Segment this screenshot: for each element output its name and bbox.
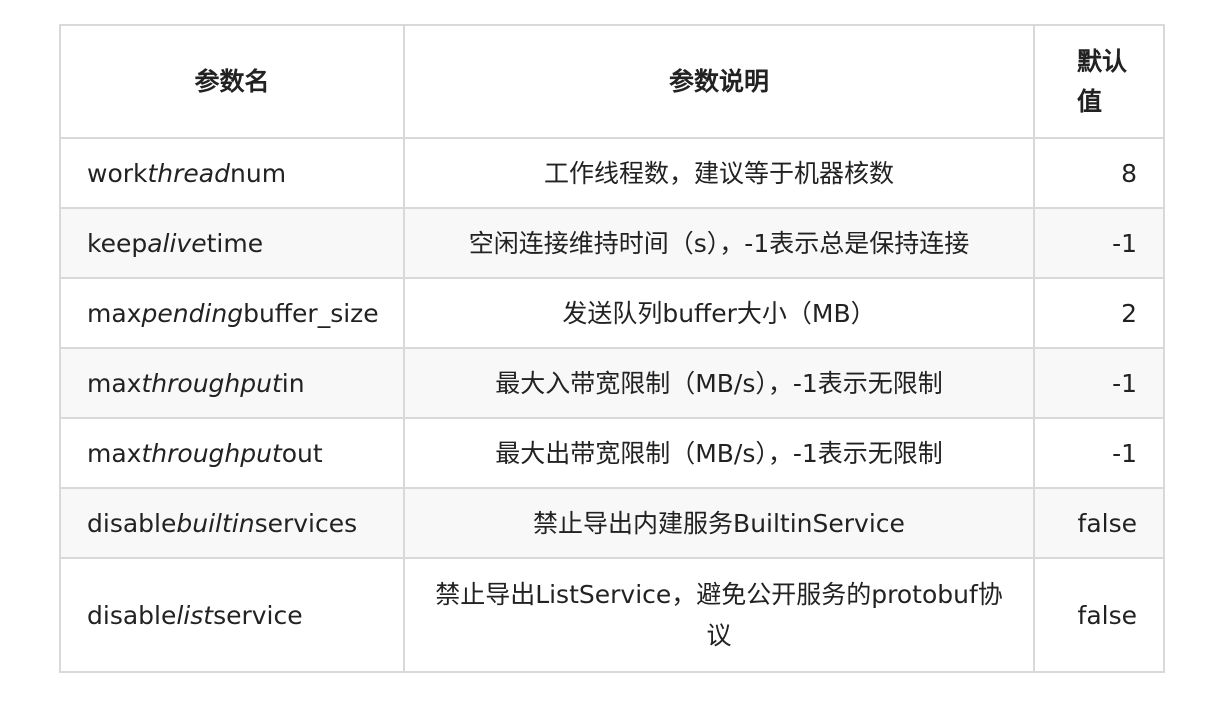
header-default-value-text: 默认值 xyxy=(1077,46,1128,116)
param-name-part: disable xyxy=(87,600,177,630)
param-default-cell: false xyxy=(1033,557,1165,673)
param-name-part: max xyxy=(87,438,142,468)
param-name-part: in xyxy=(281,368,305,398)
table-row: workthreadnum 工作线程数，建议等于机器核数 8 xyxy=(59,137,1165,209)
param-name-cell: maxpendingbuffer_size xyxy=(59,277,405,349)
param-name-part: time xyxy=(206,228,264,258)
param-name-cell: maxthroughputin xyxy=(59,347,405,419)
param-name-italic-part: builtin xyxy=(176,508,255,538)
param-description-cell: 禁止导出内建服务BuiltinService xyxy=(403,487,1035,559)
param-description-cell: 空闲连接维持时间（s），-1表示总是保持连接 xyxy=(403,207,1035,279)
param-name-cell: keepalivetime xyxy=(59,207,405,279)
parameter-table: 参数名 参数说明 默认值 workthreadnum 工作线程数，建议等于机器核… xyxy=(59,24,1165,673)
param-name-italic-part: alive xyxy=(147,228,207,258)
table-header-row: 参数名 参数说明 默认值 xyxy=(59,24,1165,139)
param-description-cell: 最大入带宽限制（MB/s），-1表示无限制 xyxy=(403,347,1035,419)
param-name-part: service xyxy=(213,600,303,630)
parameter-table-container: 参数名 参数说明 默认值 workthreadnum 工作线程数，建议等于机器核… xyxy=(59,24,1165,673)
table-row: disablebuiltinservices 禁止导出内建服务BuiltinSe… xyxy=(59,487,1165,559)
param-name-part: services xyxy=(254,508,358,538)
param-name-part: max xyxy=(87,368,142,398)
table-row: maxpendingbuffer_size 发送队列buffer大小（MB） 2 xyxy=(59,277,1165,349)
param-name-italic-part: throughput xyxy=(141,368,282,398)
param-description-cell: 禁止导出ListService，避免公开服务的protobuf协议 xyxy=(403,557,1035,673)
param-name-cell: workthreadnum xyxy=(59,137,405,209)
param-name-italic-part: list xyxy=(176,600,214,630)
param-name-part: work xyxy=(87,158,148,188)
header-default-value: 默认值 xyxy=(1033,24,1165,139)
param-default-cell: -1 xyxy=(1033,347,1165,419)
param-name-part: disable xyxy=(87,508,177,538)
param-description-cell: 工作线程数，建议等于机器核数 xyxy=(403,137,1035,209)
param-name-part: out xyxy=(281,438,323,468)
param-name-part: keep xyxy=(87,228,148,258)
param-name-italic-part: pending xyxy=(141,298,244,328)
param-description-cell: 发送队列buffer大小（MB） xyxy=(403,277,1035,349)
param-default-cell: 8 xyxy=(1033,137,1165,209)
header-param-name: 参数名 xyxy=(59,24,405,139)
param-name-part: buffer_size xyxy=(243,298,379,328)
param-name-cell: disablelistservice xyxy=(59,557,405,673)
header-param-description: 参数说明 xyxy=(403,24,1035,139)
param-name-cell: disablebuiltinservices xyxy=(59,487,405,559)
param-name-part: max xyxy=(87,298,142,328)
param-default-cell: -1 xyxy=(1033,207,1165,279)
param-name-part: num xyxy=(230,158,287,188)
param-default-cell: -1 xyxy=(1033,417,1165,489)
param-name-cell: maxthroughputout xyxy=(59,417,405,489)
param-name-italic-part: thread xyxy=(147,158,231,188)
param-default-cell: 2 xyxy=(1033,277,1165,349)
param-default-cell: false xyxy=(1033,487,1165,559)
param-description-cell: 最大出带宽限制（MB/s），-1表示无限制 xyxy=(403,417,1035,489)
table-row: disablelistservice 禁止导出ListService，避免公开服… xyxy=(59,557,1165,673)
param-name-italic-part: throughput xyxy=(141,438,282,468)
table-row: keepalivetime 空闲连接维持时间（s），-1表示总是保持连接 -1 xyxy=(59,207,1165,279)
table-row: maxthroughputin 最大入带宽限制（MB/s），-1表示无限制 -1 xyxy=(59,347,1165,419)
table-row: maxthroughputout 最大出带宽限制（MB/s），-1表示无限制 -… xyxy=(59,417,1165,489)
